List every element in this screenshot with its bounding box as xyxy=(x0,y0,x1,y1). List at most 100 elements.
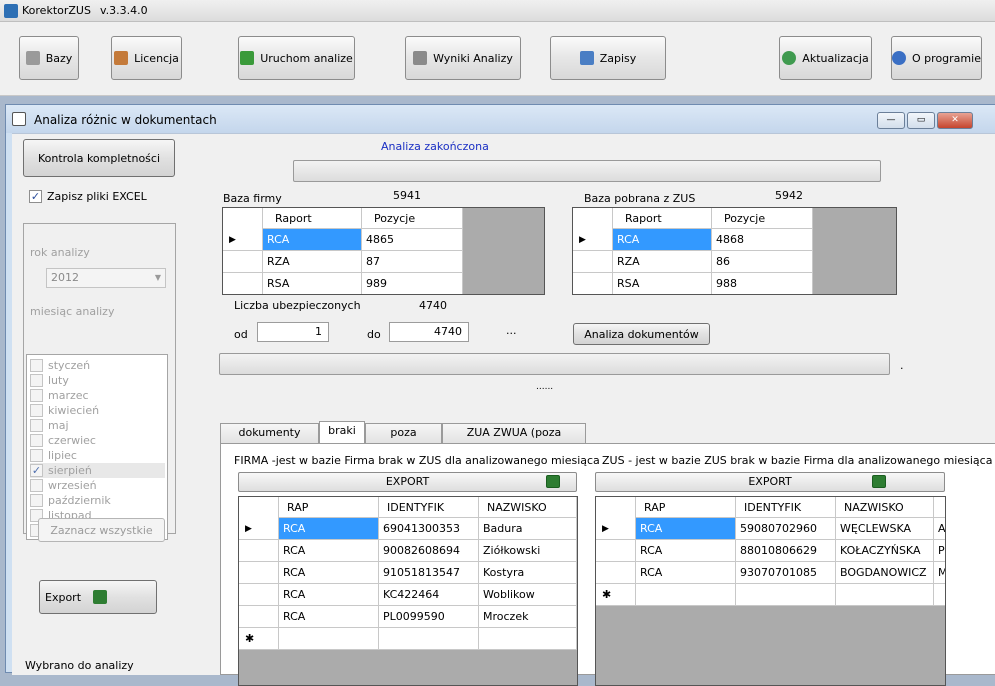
month-item[interactable]: wrzesień xyxy=(30,478,97,493)
table-cell[interactable]: M xyxy=(934,562,945,584)
maximize-button[interactable]: ▭ xyxy=(907,112,935,129)
table-cell[interactable]: RCA xyxy=(636,540,736,562)
zaznacz-wszystkie-button[interactable]: Zaznacz wszystkie xyxy=(38,518,165,542)
table-cell[interactable]: 86 xyxy=(712,251,813,273)
table-cell[interactable]: RSA xyxy=(613,273,712,294)
uruchom-analize-button[interactable]: Uruchom analize xyxy=(238,36,355,80)
new-row-marker[interactable]: ✱ xyxy=(596,584,636,606)
zus-missing-grid[interactable]: RAP IDENTYFIK NAZWISKO ▶ RCA 59080702960 WĘCLE… xyxy=(595,496,946,686)
row-header[interactable] xyxy=(239,584,279,606)
table-cell[interactable]: RCA xyxy=(613,229,712,251)
month-checkbox[interactable] xyxy=(30,374,43,387)
tab-poza-okresem[interactable]: poza okresem xyxy=(365,423,442,457)
tab-braki[interactable]: braki xyxy=(319,421,365,443)
new-row-marker[interactable]: ✱ xyxy=(239,628,279,650)
table-cell[interactable]: KC422464 xyxy=(379,584,479,606)
month-item[interactable]: czerwiec xyxy=(30,433,96,448)
row-header[interactable] xyxy=(573,273,613,294)
table-cell[interactable]: RCA xyxy=(279,606,379,628)
table-cell[interactable]: P xyxy=(934,540,945,562)
new-row-cell[interactable] xyxy=(934,584,945,606)
month-checkbox[interactable] xyxy=(30,419,43,432)
row-header[interactable] xyxy=(239,562,279,584)
table-cell[interactable]: Kostyra xyxy=(479,562,577,584)
month-checkbox[interactable] xyxy=(30,479,43,492)
row-header[interactable] xyxy=(573,251,613,273)
baza-firmy-grid[interactable]: Raport Pozycje ▶ RCA 4865 RZA 87 RSA 989 xyxy=(222,207,545,295)
month-checkbox[interactable]: ✓ xyxy=(30,464,43,477)
table-cell[interactable]: 88010806629 xyxy=(736,540,836,562)
table-cell[interactable]: A xyxy=(934,518,945,540)
wyniki-analizy-button[interactable]: Wyniki Analizy xyxy=(405,36,521,80)
table-cell[interactable]: 87 xyxy=(362,251,463,273)
row-header[interactable] xyxy=(239,540,279,562)
table-cell[interactable]: BOGDANOWICZ xyxy=(836,562,934,584)
table-cell[interactable]: 90082608694 xyxy=(379,540,479,562)
month-checkbox[interactable] xyxy=(30,389,43,402)
table-cell[interactable]: Badura xyxy=(479,518,577,540)
new-row-cell[interactable] xyxy=(379,628,479,650)
baza-zus-grid[interactable]: Raport Pozycje ▶ RCA 4868 RZA 86 RSA 988 xyxy=(572,207,897,295)
table-cell[interactable]: 4868 xyxy=(712,229,813,251)
month-checkbox[interactable] xyxy=(30,449,43,462)
tab-zua-zwua[interactable]: ZUA ZWUA (poza okresem) xyxy=(442,423,586,457)
table-cell[interactable]: Mroczek xyxy=(479,606,577,628)
table-cell[interactable]: 988 xyxy=(712,273,813,294)
month-item[interactable]: maj xyxy=(30,418,69,433)
table-cell[interactable]: 91051813547 xyxy=(379,562,479,584)
table-cell[interactable]: RZA xyxy=(613,251,712,273)
row-header[interactable]: ▶ xyxy=(239,518,279,540)
table-cell[interactable]: Ziółkowski xyxy=(479,540,577,562)
month-item[interactable]: styczeń xyxy=(30,358,90,373)
licencja-button[interactable]: Licencja xyxy=(111,36,182,80)
aktualizacja-button[interactable]: Aktualizacja xyxy=(779,36,872,80)
zapisz-excel-checkbox[interactable]: ✓ xyxy=(29,190,42,203)
table-cell[interactable]: 989 xyxy=(362,273,463,294)
month-checkbox[interactable] xyxy=(30,494,43,507)
new-row-cell[interactable] xyxy=(479,628,577,650)
kontrola-kompletnosci-button[interactable]: Kontrola kompletności xyxy=(23,139,175,177)
table-cell[interactable]: RCA xyxy=(279,540,379,562)
table-cell[interactable]: 93070701085 xyxy=(736,562,836,584)
row-header[interactable]: ▶ xyxy=(596,518,636,540)
table-cell[interactable]: RZA xyxy=(263,251,362,273)
tab-dokumenty-roznice[interactable]: dokumenty różnice xyxy=(220,423,319,457)
table-cell[interactable]: KOŁACZYŃSKA xyxy=(836,540,934,562)
table-cell[interactable]: WĘCLEWSKA xyxy=(836,518,934,540)
table-cell[interactable]: Woblikow xyxy=(479,584,577,606)
month-checkbox[interactable] xyxy=(30,359,43,372)
table-cell[interactable]: RCA xyxy=(636,562,736,584)
zapisy-button[interactable]: Zapisy xyxy=(550,36,666,80)
new-row-cell[interactable] xyxy=(279,628,379,650)
table-cell[interactable]: 59080702960 xyxy=(736,518,836,540)
month-checkbox[interactable] xyxy=(30,434,43,447)
table-cell[interactable]: RSA xyxy=(263,273,362,294)
row-header[interactable] xyxy=(596,562,636,584)
table-cell[interactable]: PL0099590 xyxy=(379,606,479,628)
month-checkbox[interactable] xyxy=(30,404,43,417)
table-cell[interactable]: RCA xyxy=(279,584,379,606)
od-input[interactable]: 1 xyxy=(257,322,329,342)
o-programie-button[interactable]: O programie xyxy=(891,36,982,80)
analiza-dokumentow-button[interactable]: Analiza dokumentów xyxy=(573,323,710,345)
zus-export-button[interactable]: EXPORT xyxy=(595,472,945,492)
month-item[interactable]: luty xyxy=(30,373,69,388)
table-cell[interactable]: 69041300353 xyxy=(379,518,479,540)
firma-missing-grid[interactable]: RAP IDENTYFIK NAZWISKO ▶ RCA 69041300353 Badur… xyxy=(238,496,578,686)
minimize-button[interactable]: — xyxy=(877,112,905,129)
export-button[interactable]: Export xyxy=(39,580,157,614)
firma-export-button[interactable]: EXPORT xyxy=(238,472,577,492)
zapisz-excel-checkbox-row[interactable]: ✓ Zapisz pliki EXCEL xyxy=(29,190,147,203)
row-header[interactable] xyxy=(223,273,263,294)
month-item[interactable]: ✓ sierpień xyxy=(30,463,165,478)
table-cell[interactable]: RCA xyxy=(263,229,362,251)
do-input[interactable]: 4740 xyxy=(389,322,469,342)
new-row-cell[interactable] xyxy=(836,584,934,606)
month-item[interactable]: kiwiecień xyxy=(30,403,99,418)
row-header[interactable]: ▶ xyxy=(573,229,613,251)
months-checklist[interactable]: styczeń luty marzec kiwiecień maj czerwiec lip… xyxy=(26,354,168,540)
close-button[interactable]: ✕ xyxy=(937,112,973,129)
table-cell[interactable]: RCA xyxy=(279,518,379,540)
table-cell[interactable]: RCA xyxy=(279,562,379,584)
row-header[interactable] xyxy=(223,251,263,273)
